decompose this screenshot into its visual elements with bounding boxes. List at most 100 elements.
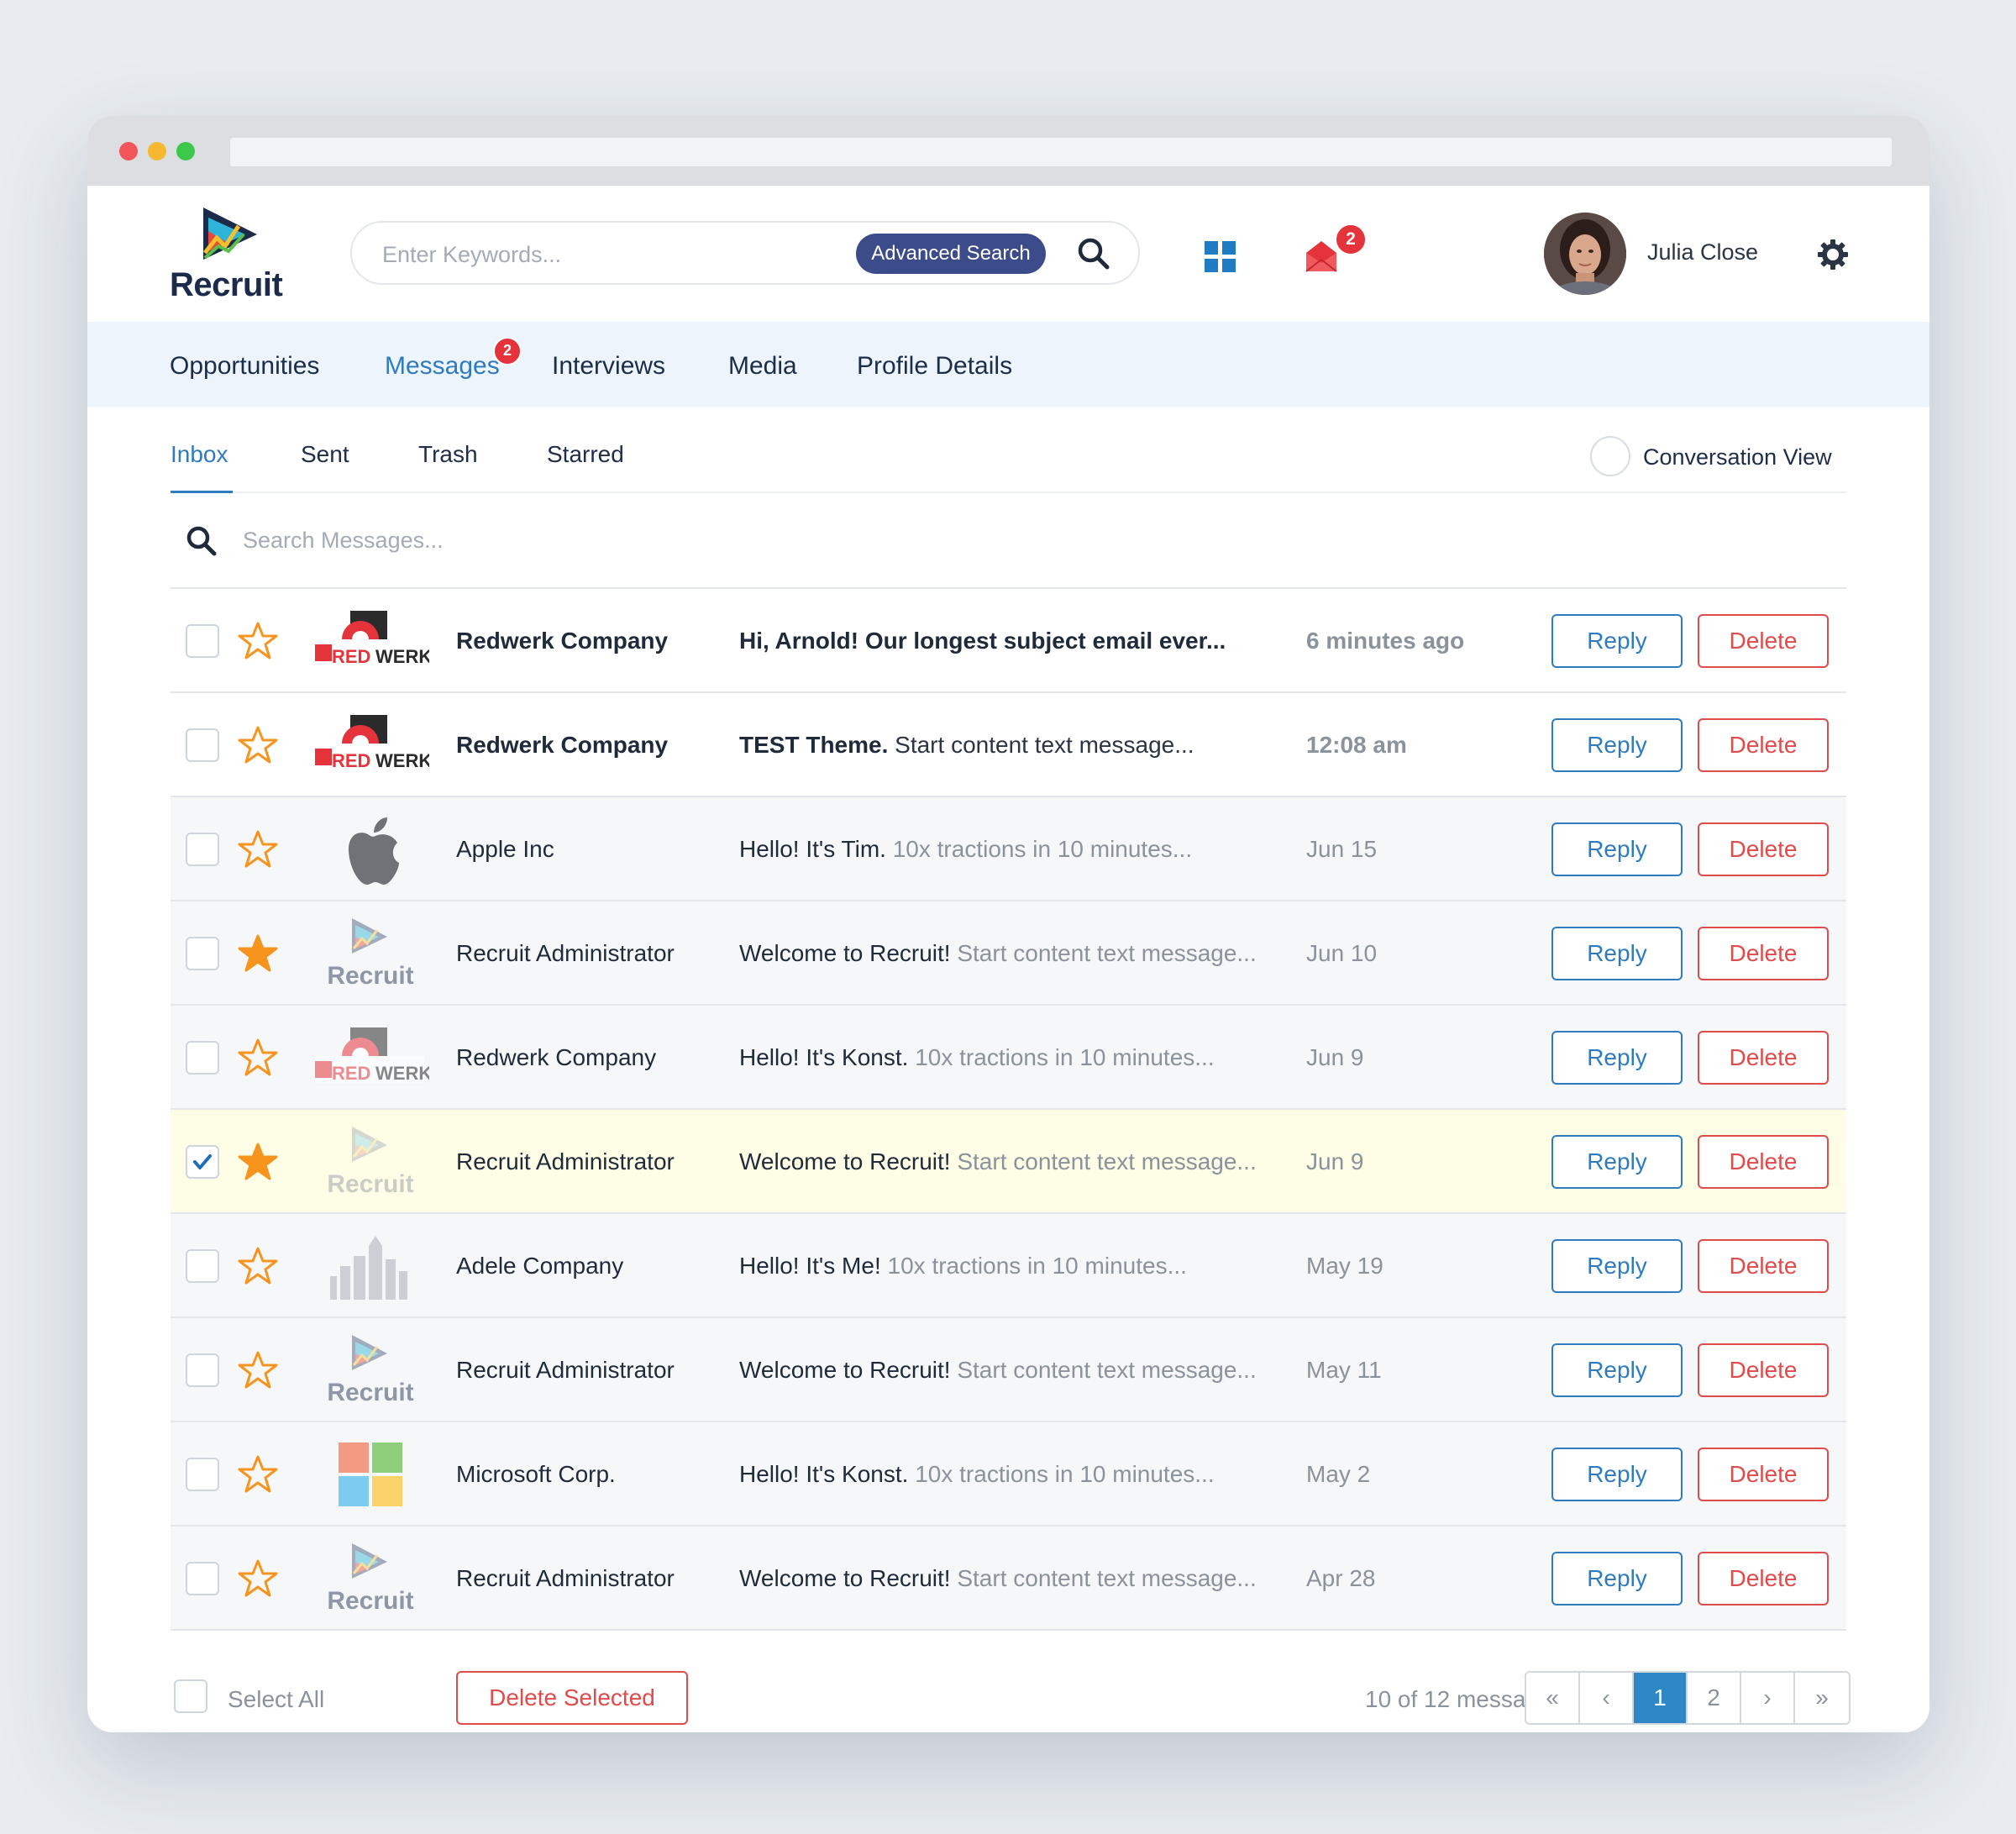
message-row[interactable]: RED WERK Redwerk Company Hi, Arnold! Our lo…	[171, 589, 1846, 693]
delete-button[interactable]: Delete	[1698, 1343, 1829, 1397]
reply-button[interactable]: Reply	[1551, 1135, 1683, 1189]
message-row[interactable]: Adele Company Hello! It's Me! 10x tractio…	[171, 1214, 1846, 1318]
close-window-dot[interactable]	[119, 142, 138, 160]
message-row[interactable]: Microsoft Corp. Hello! It's Konst. 10x tr…	[171, 1422, 1846, 1527]
user-portrait-icon	[1544, 213, 1626, 295]
reply-button[interactable]: Reply	[1551, 1239, 1683, 1293]
delete-button[interactable]: Delete	[1698, 614, 1829, 668]
reply-button[interactable]: Reply	[1551, 1448, 1683, 1501]
advanced-search-button[interactable]: Advanced Search	[856, 234, 1046, 274]
reply-button[interactable]: Reply	[1551, 1343, 1683, 1397]
delete-button[interactable]: Delete	[1698, 927, 1829, 980]
star-icon[interactable]	[238, 1454, 278, 1495]
message-row[interactable]: Recruit Recruit Administrator Welcome to R…	[171, 901, 1846, 1006]
tab-starred[interactable]: Starred	[547, 441, 624, 468]
message-subject-line[interactable]: Welcome to Recruit! Start content text m…	[739, 1148, 1257, 1175]
recruit-logo-faded: Recruit	[312, 1125, 429, 1199]
message-sender: Recruit Administrator	[456, 940, 675, 966]
user-avatar[interactable]	[1544, 213, 1626, 295]
next-page-button[interactable]: ›	[1741, 1673, 1795, 1723]
delete-button[interactable]: Delete	[1698, 1239, 1829, 1293]
message-subject-line[interactable]: Hello! It's Konst. 10x tractions in 10 m…	[739, 1461, 1215, 1488]
message-row[interactable]: RED WERK Redwerk Company Hello! It's Konst.…	[171, 1006, 1846, 1110]
message-checkbox[interactable]	[186, 833, 219, 866]
delete-button[interactable]: Delete	[1698, 1031, 1829, 1085]
microsoft-logo	[312, 1437, 429, 1511]
reply-button[interactable]: Reply	[1551, 718, 1683, 772]
message-preview: 10x tractions in 10 minutes...	[915, 1461, 1215, 1487]
message-checkbox[interactable]	[186, 1353, 219, 1387]
message-checkbox[interactable]	[186, 1249, 219, 1283]
delete-button[interactable]: Delete	[1698, 822, 1829, 876]
star-icon[interactable]	[238, 621, 278, 661]
star-icon[interactable]	[238, 1038, 278, 1078]
star-icon[interactable]	[238, 933, 278, 974]
settings-gear-icon[interactable]	[1816, 238, 1850, 271]
search-icon[interactable]	[1076, 236, 1111, 271]
message-checkbox[interactable]	[186, 937, 219, 970]
first-page-button[interactable]: «	[1526, 1673, 1580, 1723]
star-icon[interactable]	[238, 1350, 278, 1390]
message-row[interactable]: Apple Inc Hello! It's Tim. 10x tractions …	[171, 797, 1846, 901]
delete-button[interactable]: Delete	[1698, 1448, 1829, 1501]
nav-item-opportunities[interactable]: Opportunities	[170, 352, 319, 381]
tab-sent[interactable]: Sent	[301, 441, 349, 468]
message-subject-line[interactable]: Welcome to Recruit! Start content text m…	[739, 1565, 1257, 1592]
prev-page-button[interactable]: ‹	[1580, 1673, 1634, 1723]
message-subject-line[interactable]: Hi, Arnold! Our longest subject email ev…	[739, 628, 1226, 654]
message-subject-line[interactable]: Hello! It's Me! 10x tractions in 10 minu…	[739, 1253, 1187, 1280]
star-icon[interactable]	[238, 1142, 278, 1182]
nav-item-messages[interactable]: Messages	[385, 352, 500, 381]
message-checkbox[interactable]	[186, 1562, 219, 1595]
message-row[interactable]: Recruit Recruit Administrator Welcome to R…	[171, 1318, 1846, 1422]
message-checkbox[interactable]	[186, 624, 219, 658]
address-bar[interactable]	[230, 138, 1892, 166]
reply-button[interactable]: Reply	[1551, 1031, 1683, 1085]
tab-inbox[interactable]: Inbox	[171, 441, 228, 468]
message-search-input[interactable]	[243, 523, 915, 557]
nav-item-profile-details[interactable]: Profile Details	[857, 352, 1012, 381]
message-row[interactable]: Recruit Recruit Administrator Welcome to R…	[171, 1527, 1846, 1631]
conversation-view-label[interactable]: Conversation View	[1643, 444, 1832, 470]
message-subject-line[interactable]: TEST Theme. Start content text message..…	[739, 732, 1194, 759]
message-row[interactable]: Recruit Recruit Administrator Welcome to R…	[171, 1110, 1846, 1214]
star-icon[interactable]	[238, 1558, 278, 1599]
reply-button[interactable]: Reply	[1551, 927, 1683, 980]
tab-trash[interactable]: Trash	[418, 441, 478, 468]
message-checkbox[interactable]	[186, 1041, 219, 1075]
reply-button[interactable]: Reply	[1551, 822, 1683, 876]
message-subject: Hi, Arnold! Our longest subject email ev…	[739, 628, 1226, 654]
nav-item-interviews[interactable]: Interviews	[552, 352, 665, 381]
nav-item-media[interactable]: Media	[728, 352, 797, 381]
delete-button[interactable]: Delete	[1698, 718, 1829, 772]
message-subject-line[interactable]: Hello! It's Tim. 10x tractions in 10 min…	[739, 836, 1192, 863]
maximize-window-dot[interactable]	[176, 142, 195, 160]
select-all-label[interactable]: Select All	[228, 1686, 324, 1713]
keyword-search-input[interactable]	[382, 238, 853, 271]
select-all-checkbox[interactable]	[174, 1679, 207, 1713]
delete-button[interactable]: Delete	[1698, 1552, 1829, 1605]
page-2-button[interactable]: 2	[1688, 1673, 1741, 1723]
last-page-button[interactable]: »	[1795, 1673, 1849, 1723]
message-time: Jun 9	[1306, 1044, 1364, 1070]
message-row[interactable]: RED WERK Redwerk Company TEST Theme. Start …	[171, 693, 1846, 797]
apps-grid-icon[interactable]	[1205, 241, 1236, 273]
star-icon[interactable]	[238, 829, 278, 870]
svg-text:RED: RED	[332, 1063, 370, 1084]
star-icon[interactable]	[238, 725, 278, 765]
message-subject-line[interactable]: Welcome to Recruit! Start content text m…	[739, 1357, 1257, 1384]
minimize-window-dot[interactable]	[148, 142, 166, 160]
delete-selected-button[interactable]: Delete Selected	[456, 1671, 688, 1725]
message-subject-line[interactable]: Welcome to Recruit! Start content text m…	[739, 940, 1257, 967]
delete-button[interactable]: Delete	[1698, 1135, 1829, 1189]
user-name[interactable]: Julia Close	[1647, 239, 1758, 265]
star-icon[interactable]	[238, 1246, 278, 1286]
message-checkbox[interactable]	[186, 728, 219, 762]
message-subject-line[interactable]: Hello! It's Konst. 10x tractions in 10 m…	[739, 1044, 1215, 1071]
message-checkbox[interactable]	[186, 1145, 219, 1179]
conversation-view-toggle[interactable]	[1590, 436, 1630, 476]
reply-button[interactable]: Reply	[1551, 1552, 1683, 1605]
reply-button[interactable]: Reply	[1551, 614, 1683, 668]
page-1-button[interactable]: 1	[1634, 1673, 1688, 1723]
message-checkbox[interactable]	[186, 1458, 219, 1491]
